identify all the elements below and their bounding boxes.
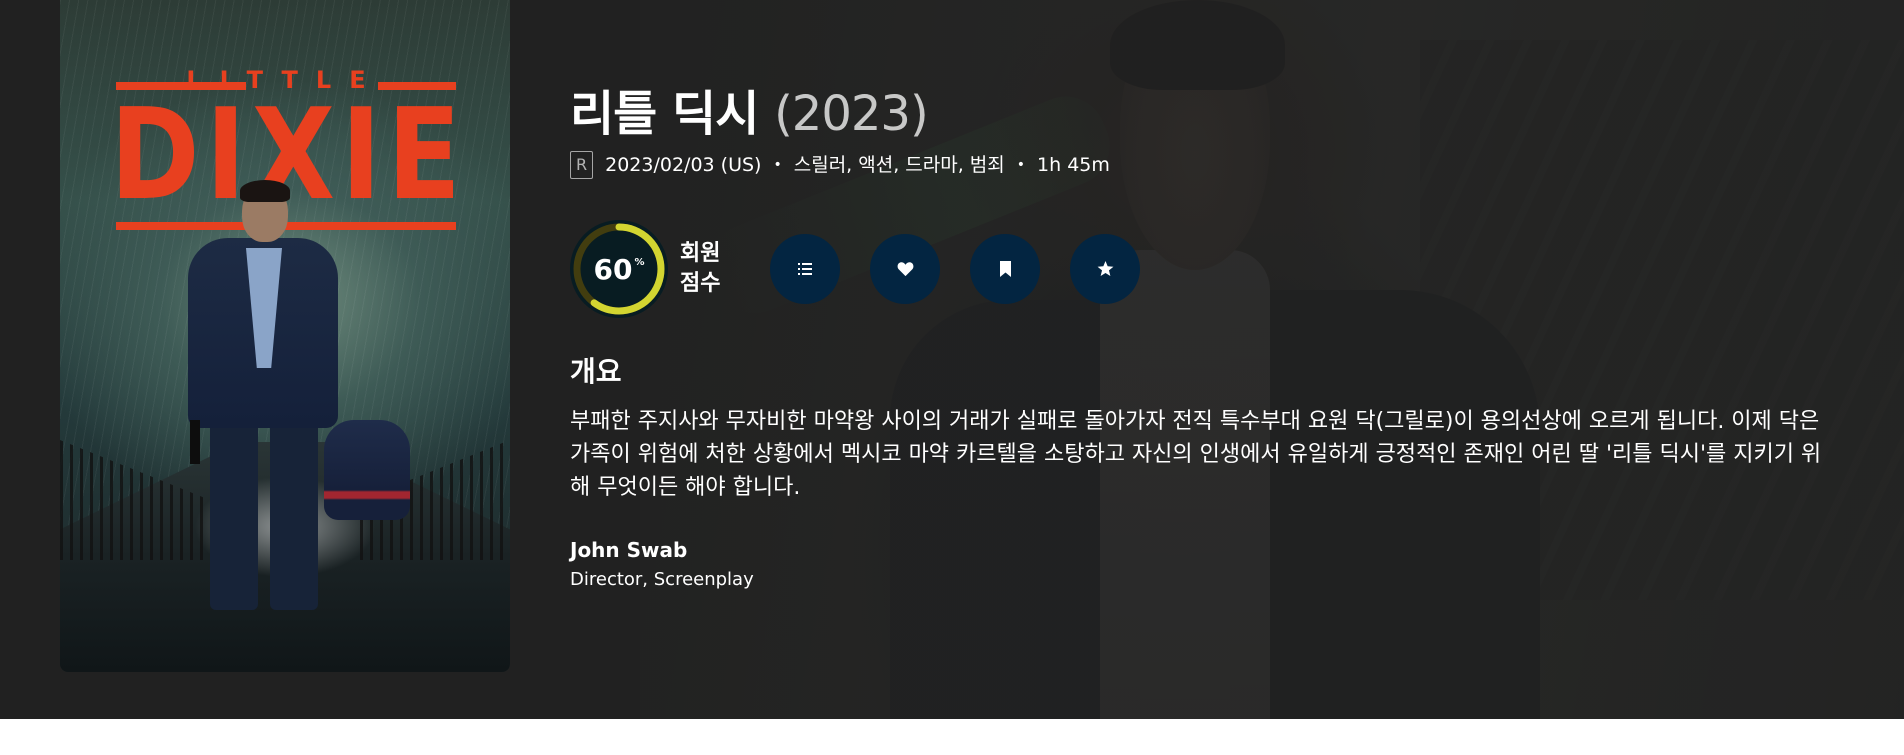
release-year: (2023): [774, 86, 929, 142]
heart-icon: [897, 262, 913, 277]
rate-it-button[interactable]: [1070, 234, 1140, 304]
user-score-chart[interactable]: 60%: [570, 220, 668, 318]
movie-facts: R 2023/02/03 (US) • 스릴러, 액션, 드라마, 범죄 • 1…: [570, 150, 1110, 180]
add-to-list-button[interactable]: [770, 234, 840, 304]
genres[interactable]: 스릴러, 액션, 드라마, 범죄: [794, 150, 1005, 180]
overview-heading: 개요: [570, 355, 622, 388]
crew-name[interactable]: John Swab: [570, 534, 754, 566]
score-value: 60%: [593, 252, 645, 286]
star-icon: [1097, 261, 1113, 277]
movie-header: LITTLE DIXIE 리틀 딕시 (2023) R 2023/02/03 (…: [0, 0, 1904, 719]
action-bar: 60% 회원 점수: [570, 220, 1140, 318]
separator-dot: •: [773, 157, 782, 173]
mark-favorite-button[interactable]: [870, 234, 940, 304]
movie-poster[interactable]: LITTLE DIXIE: [60, 0, 510, 672]
score-label: 회원 점수: [680, 241, 721, 296]
separator-dot: •: [1016, 157, 1026, 173]
movie-title: 리틀 딕시 (2023): [570, 82, 929, 146]
add-to-watchlist-button[interactable]: [970, 234, 1040, 304]
title-text[interactable]: 리틀 딕시: [570, 86, 759, 142]
runtime: 1h 45m: [1037, 154, 1110, 176]
overview-text: 부패한 주지사와 무자비한 마약왕 사이의 거래가 실패로 돌아가자 전직 특수…: [570, 409, 1822, 500]
crew-role: Director, Screenplay: [570, 569, 754, 590]
crew-member: John Swab Director, Screenplay: [570, 534, 754, 594]
list-icon: [798, 263, 812, 275]
release-date: 2023/02/03 (US): [605, 154, 762, 176]
bookmark-icon: [999, 261, 1011, 277]
certification-badge: R: [570, 151, 594, 179]
